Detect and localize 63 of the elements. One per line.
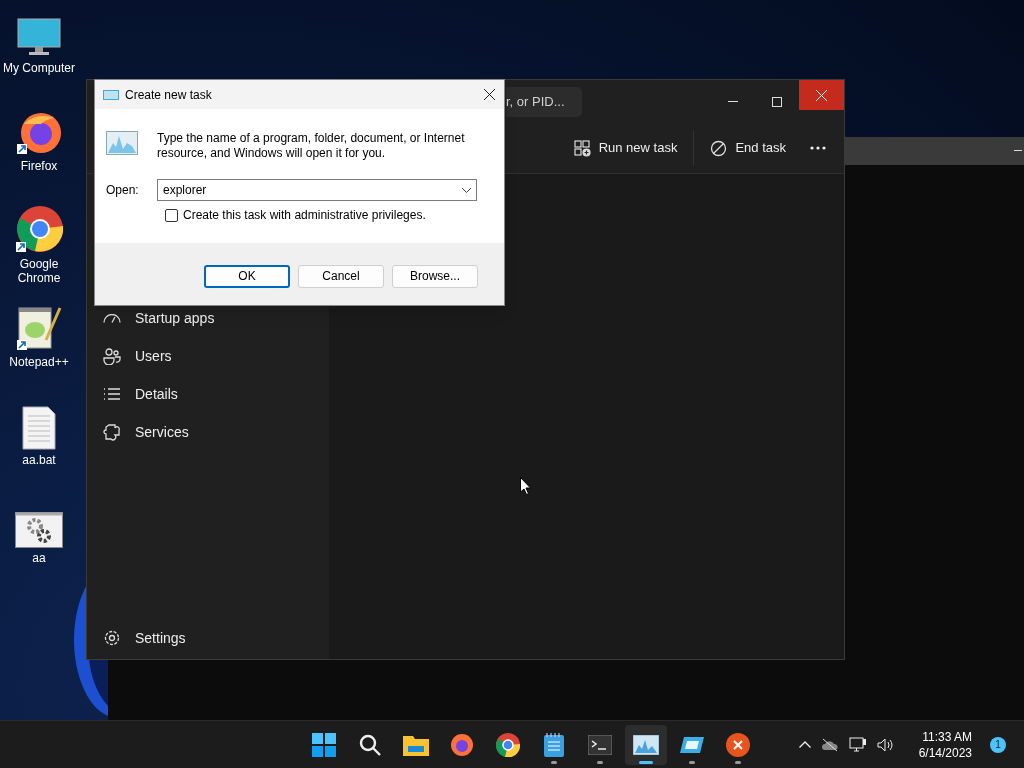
speaker-icon[interactable]	[876, 737, 895, 752]
gears-icon	[15, 512, 63, 548]
toolbar-button[interactable]: End task	[702, 131, 794, 165]
prohibited-icon	[710, 139, 728, 157]
checkbox[interactable]	[165, 208, 178, 222]
desktop-icon-label[interactable]: aa	[0, 551, 78, 565]
document-icon	[22, 406, 56, 450]
search-icon	[358, 732, 383, 757]
chevron-up-icon[interactable]	[798, 741, 811, 748]
settings-icon	[103, 629, 121, 647]
clock-date[interactable]: 6/14/2023	[918, 744, 972, 761]
dialog-description: Type the name of a program, folder, document, or Internet resource, and Windows will open it for you.	[157, 131, 466, 161]
search-field[interactable]: r, or PID...	[506, 86, 582, 117]
chevron-down-icon	[462, 187, 471, 193]
cloud-off-icon[interactable]	[820, 737, 839, 752]
notepad-icon	[544, 732, 565, 757]
maximize-icon	[772, 96, 782, 107]
desktop-icon-label[interactable]: aa.bat	[0, 453, 78, 467]
chrome-icon	[496, 732, 521, 757]
monitor-icon	[17, 18, 61, 58]
toolbar-button[interactable]: Run new task	[565, 131, 686, 165]
list-icon	[103, 385, 121, 403]
desktop-icon-label[interactable]: Firefox	[0, 159, 78, 173]
open-combobox[interactable]: explorer	[157, 179, 477, 201]
speedometer-icon	[103, 313, 121, 323]
notification-badge[interactable]: 1	[990, 736, 1006, 753]
checkbox-label: Create this task with administrative privileges.	[183, 207, 426, 224]
windows-logo-icon	[312, 732, 337, 757]
window-icon	[680, 734, 705, 755]
minimize-icon[interactable]	[1014, 150, 1022, 152]
desktop-icon-label[interactable]: Notepad++	[0, 355, 78, 369]
more-icon	[810, 146, 826, 150]
nav-item[interactable]: Services	[95, 413, 321, 451]
notepad-icon	[16, 304, 62, 352]
nav-item[interactable]: Details	[95, 375, 321, 413]
close-circle-icon	[726, 732, 751, 757]
chrome-icon	[15, 206, 63, 254]
terminal-icon	[588, 734, 613, 755]
dialog-button[interactable]: Browse...	[392, 264, 478, 288]
chart-window-icon	[633, 734, 660, 755]
dialog-title: Create new task	[125, 86, 212, 104]
chart-window-icon	[106, 131, 138, 155]
minimize-icon	[728, 100, 738, 103]
clock-time[interactable]: 11:33 AM	[922, 728, 972, 745]
add-window-icon	[573, 139, 591, 157]
close-icon	[816, 89, 827, 101]
mouse-cursor-icon	[520, 477, 531, 495]
taskbar-button[interactable]	[625, 724, 668, 765]
nav-item[interactable]: Settings	[95, 618, 321, 658]
puzzle-icon	[103, 423, 121, 441]
app-icon	[103, 89, 119, 100]
desktop-icon-label[interactable]: My Computer	[0, 61, 78, 75]
network-icon[interactable]	[848, 736, 867, 753]
firefox-icon	[16, 110, 62, 156]
folder-icon	[403, 733, 430, 756]
close-icon	[483, 89, 495, 100]
users-icon	[103, 347, 121, 365]
firefox-icon	[450, 732, 475, 757]
dialog-button[interactable]: OK	[204, 264, 290, 288]
dialog-button[interactable]: Cancel	[298, 264, 384, 288]
nav-item[interactable]: Users	[95, 337, 321, 375]
open-label: Open:	[106, 182, 140, 199]
desktop-icon-label[interactable]: Google Chrome	[0, 257, 78, 285]
